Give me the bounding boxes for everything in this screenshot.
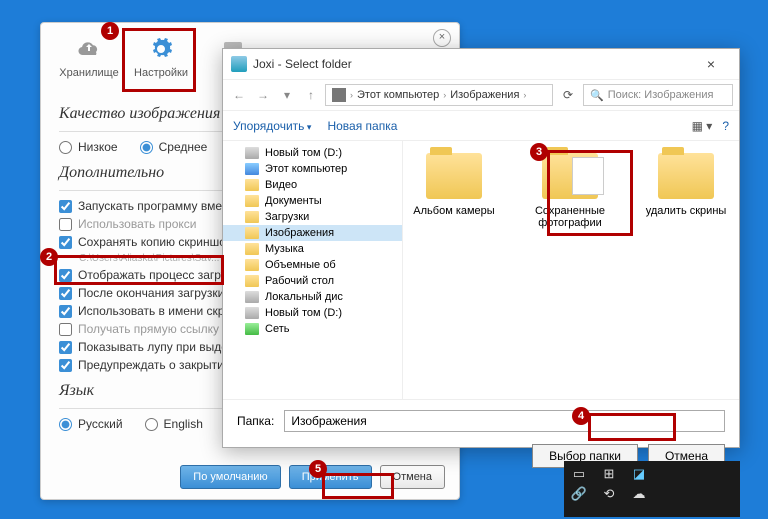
tree-item[interactable]: Документы xyxy=(223,193,402,209)
tree-item[interactable]: Видео xyxy=(223,177,402,193)
tree-item[interactable]: Изображения xyxy=(223,225,402,241)
cloud-icon[interactable]: ☁ xyxy=(630,485,648,503)
dialog-close-button[interactable]: × xyxy=(691,56,731,72)
folder-item[interactable]: Альбом камеры xyxy=(411,153,497,217)
tree-item[interactable]: Рабочий стол xyxy=(223,273,402,289)
tab-storage[interactable]: Хранилище xyxy=(53,31,125,87)
folder-field-label: Папка: xyxy=(237,414,274,428)
folder-item[interactable]: Сохраненные фотографии xyxy=(527,153,613,229)
tree-item[interactable]: Объемные об xyxy=(223,257,402,273)
drive-icon xyxy=(245,147,259,159)
drive-icon xyxy=(245,307,259,319)
radio-ru[interactable]: Русский xyxy=(59,417,123,431)
up-icon[interactable]: ↑ xyxy=(301,85,321,105)
help-icon[interactable]: ? xyxy=(722,119,729,133)
radio-en[interactable]: English xyxy=(145,417,203,431)
dialog-title: Joxi - Select folder xyxy=(253,57,352,71)
tree-item[interactable]: Загрузки xyxy=(223,209,402,225)
cloud-upload-icon xyxy=(75,35,103,63)
folder-field-input[interactable] xyxy=(284,410,725,432)
callout-5: 5 xyxy=(309,460,327,478)
search-icon: 🔍 xyxy=(590,89,604,102)
chevron-down-icon[interactable]: ▾ xyxy=(277,85,297,105)
radio-medium[interactable]: Среднее xyxy=(140,140,208,154)
callout-2: 2 xyxy=(40,248,58,266)
select-folder-dialog: Joxi - Select folder × ← → ▾ ↑ › Этот ко… xyxy=(222,48,740,448)
sync-icon[interactable]: ⟲ xyxy=(600,485,618,503)
folder-icon xyxy=(245,259,259,271)
folder-item[interactable]: удалить скрины xyxy=(643,153,729,217)
search-placeholder: Поиск: Изображения xyxy=(608,89,714,101)
app-icon xyxy=(231,56,247,72)
callout-1: 1 xyxy=(101,22,119,40)
joxi-tray-icon[interactable]: ◪ xyxy=(630,465,648,483)
folder-tree: Новый том (D:)Этот компьютерВидеоДокумен… xyxy=(223,141,403,399)
system-tray: ▭ ⊞ ◪ 🔗 ⟲ ☁ xyxy=(564,461,740,517)
tab-label: Хранилище xyxy=(59,67,118,79)
folder-icon xyxy=(245,179,259,191)
folder-icon xyxy=(245,211,259,223)
refresh-icon[interactable]: ⟳ xyxy=(557,84,579,106)
breadcrumb-folder[interactable]: Изображения xyxy=(450,89,519,101)
back-icon[interactable]: ← xyxy=(229,85,249,105)
link-icon[interactable]: 🔗 xyxy=(570,485,588,503)
folder-icon xyxy=(245,227,259,239)
folder-icon xyxy=(658,153,714,199)
tree-item[interactable]: Новый том (D:) xyxy=(223,305,402,321)
callout-3: 3 xyxy=(530,143,548,161)
tree-item[interactable]: Этот компьютер xyxy=(223,161,402,177)
folder-pane: Альбом камеры Сохраненные фотографии удали… xyxy=(403,141,739,399)
dialog-nav: ← → ▾ ↑ › Этот компьютер › Изображения ›… xyxy=(223,79,739,111)
pc-icon xyxy=(332,88,346,102)
dialog-titlebar: Joxi - Select folder × xyxy=(223,49,739,79)
windows-icon[interactable]: ⊞ xyxy=(600,465,618,483)
gear-icon xyxy=(147,35,175,63)
pc-icon xyxy=(245,163,259,175)
folder-icon xyxy=(426,153,482,199)
close-button[interactable]: × xyxy=(433,29,451,47)
chat-icon[interactable]: ▭ xyxy=(570,465,588,483)
breadcrumb[interactable]: › Этот компьютер › Изображения › xyxy=(325,84,553,106)
tree-item[interactable]: Сеть xyxy=(223,321,402,337)
folder-icon xyxy=(245,275,259,287)
callout-4: 4 xyxy=(572,407,590,425)
tab-label: Настройки xyxy=(134,67,188,79)
organize-button[interactable]: Упорядочить xyxy=(233,119,311,133)
view-icon[interactable]: ▦ ▾ xyxy=(692,119,713,133)
folder-icon xyxy=(542,153,598,199)
folder-icon xyxy=(245,243,259,255)
drive-icon xyxy=(245,291,259,303)
tree-item[interactable]: Музыка xyxy=(223,241,402,257)
dialog-toolbar: Упорядочить Новая папка ▦ ▾ ? xyxy=(223,111,739,141)
folder-icon xyxy=(245,195,259,207)
tree-item[interactable]: Новый том (D:) xyxy=(223,145,402,161)
forward-icon[interactable]: → xyxy=(253,85,273,105)
radio-low[interactable]: Низкое xyxy=(59,140,118,154)
newfolder-button[interactable]: Новая папка xyxy=(327,119,397,133)
search-input[interactable]: 🔍 Поиск: Изображения xyxy=(583,84,733,106)
tab-settings[interactable]: Настройки xyxy=(125,31,197,87)
breadcrumb-pc[interactable]: Этот компьютер xyxy=(357,89,439,101)
net-icon xyxy=(245,323,259,335)
tree-item[interactable]: Локальный дис xyxy=(223,289,402,305)
